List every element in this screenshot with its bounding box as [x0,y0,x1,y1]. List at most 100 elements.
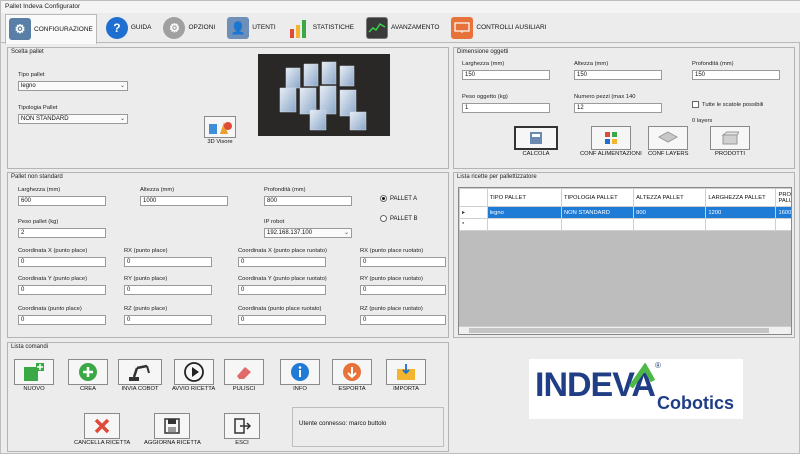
larghezza-oggetto-input[interactable]: 150 [462,70,550,80]
column-header[interactable]: TIPO PALLET [486,188,562,207]
rx-rot-input[interactable]: 0 [360,257,446,267]
profondita-pallet-label: Profondità (mm) [264,187,306,193]
column-header[interactable]: ALTEZZA PALLET [633,188,707,207]
lista-ricette-panel: Lista ricette per pallettizzatore TIPO P… [453,172,795,338]
importa-button[interactable]: IMPORTA [386,359,426,392]
tipologia-pallet-select[interactable]: NON STANDARD ⌄ [18,114,128,124]
coord-z-rot-input[interactable]: 0 [238,315,326,325]
conf-layers-button[interactable]: CONF LAYERS [648,126,688,157]
table-cell[interactable] [486,218,562,231]
coord-label: Coordinata (punto place ruotato) [238,306,322,312]
tipo-pallet-select[interactable]: legno ⌄ [18,81,128,91]
tutte-scatole-checkbox[interactable]: Tutte le scatole possibili [692,101,763,108]
horizontal-scrollbar[interactable] [459,326,791,334]
ry-rot-input[interactable]: 0 [360,285,446,295]
nuovo-button[interactable]: NUOVO [14,359,54,392]
conf-alimentazioni-button[interactable]: CONF ALIMENTAZIONI [580,126,642,157]
column-header[interactable]: PROFON PALLE [775,188,791,207]
table-row[interactable]: ▸ legno NON STANDARD 800 1200 1600 [459,206,791,219]
rz-input[interactable]: 0 [124,315,212,325]
tipologia-pallet-label: Tipologia Pallet [18,105,58,111]
ry-input[interactable]: 0 [124,285,212,295]
table-cell[interactable]: legno [486,206,562,219]
gear-monitor-icon: ⚙ [9,18,31,40]
tab-configurazione[interactable]: ⚙ CONFIGURAZIONE [5,13,97,44]
tab-label: OPZIONI [188,24,216,31]
tab-utenti[interactable]: 👤 UTENTI [224,14,278,42]
table-cell[interactable]: 1200 [705,206,777,219]
invia-cobot-button[interactable]: INVIA COBOT [118,359,162,392]
peso-pallet-input[interactable]: 2 [18,228,106,238]
coord-y-rot-input[interactable]: 0 [238,285,326,295]
tab-opzioni[interactable]: ⚙ OPZIONI [160,14,218,42]
plus-icon [68,359,108,385]
tipo-pallet-label: Tipo pallet [18,72,45,78]
table-cell[interactable] [705,218,777,231]
peso-pallet-label: Peso pallet (kg) [18,219,59,225]
table-cell[interactable] [775,218,791,231]
new-row[interactable]: * [459,218,791,231]
coord-y-input[interactable]: 0 [18,285,106,295]
profondita-pallet-input[interactable]: 800 [264,196,352,206]
progress-screen-icon [365,16,388,39]
esci-button[interactable]: ESCI [224,413,260,446]
pallet-a-radio[interactable]: PALLET A [380,195,417,202]
altezza-oggetto-input[interactable]: 150 [574,70,662,80]
pallet-b-radio[interactable]: PALLET B [380,215,417,222]
tab-guida[interactable]: ? GUIDA [103,14,155,42]
numero-pezzi-input[interactable]: 12 [574,103,662,113]
esporta-button[interactable]: ESPORTA [332,359,372,392]
peso-oggetto-input[interactable]: 1 [462,103,550,113]
scelta-pallet-panel: Scelta pallet Tipo pallet legno ⌄ Tipolog… [7,47,449,169]
delete-x-icon [84,413,121,439]
table-cell[interactable]: NON STANDARD [560,206,635,219]
coord-label: RY (punto place ruotato) [360,276,423,282]
column-header[interactable]: TIPOLOGIA PALLET [560,188,635,207]
info-button[interactable]: INFO [280,359,320,392]
rz-rot-input[interactable]: 0 [360,315,446,325]
profondita-oggetto-input[interactable]: 150 [692,70,780,80]
rx-input[interactable]: 0 [124,257,212,267]
aggiorna-ricetta-button[interactable]: AGGIORNA RICETTA [144,413,201,446]
button-label: CREA [79,386,97,392]
avvio-ricetta-button[interactable]: AVVIO RICETTA [172,359,215,392]
scrollbar-thumb[interactable] [469,328,769,333]
status-box: Utente connesso: marco buttolo [292,407,444,447]
tab-avanzamento[interactable]: AVANZAMENTO [363,14,442,42]
prodotti-button[interactable]: PRODOTTI [710,126,750,157]
tab-label: UTENTI [252,24,276,31]
coord-label: RZ (punto place ruotato) [360,306,423,312]
button-label: IMPORTA [393,386,419,392]
visore-3d-button[interactable]: 3D Visore [204,116,236,145]
crea-button[interactable]: CREA [68,359,108,392]
pulisci-button[interactable]: PULISCI [224,359,264,392]
table-header: TIPO PALLET TIPOLOGIA PALLET ALTEZZA PAL… [459,188,791,207]
coord-z-input[interactable]: 0 [18,315,106,325]
coord-x-input[interactable]: 0 [18,257,106,267]
calcola-button[interactable]: CALCOLA [514,126,558,157]
ip-robot-select[interactable]: 192.168.137.100 ⌄ [264,228,352,238]
eraser-icon [224,359,264,385]
cancella-ricetta-button[interactable]: CANCELLA RICETTA [74,413,130,446]
panel-title: Lista comandi [11,344,49,350]
tab-controlli-ausiliari[interactable]: CONTROLLI AUSILIARI [448,14,549,42]
layers-count: 0 layers [692,118,713,124]
larghezza-pallet-input[interactable]: 600 [18,196,106,206]
column-header[interactable]: LARGHEZZA PALLET [705,188,777,207]
coord-x-rot-input[interactable]: 0 [238,257,326,267]
robot-arm-icon [118,359,162,385]
altezza-oggetto-label: Altezza (mm) [574,61,609,67]
save-disk-icon [154,413,191,439]
tab-statistiche[interactable]: STATISTICHE [285,14,357,42]
table-cell[interactable]: 800 [633,206,707,219]
altezza-pallet-input[interactable]: 1000 [140,196,228,206]
question-icon: ? [105,16,128,39]
table-cell[interactable]: 1600 [775,206,791,219]
peso-oggetto-label: Peso oggetto (kg) [462,94,508,100]
layers-icon [648,126,689,150]
button-label: NUOVO [23,386,45,392]
table-cell[interactable] [560,218,635,231]
button-label: ESPORTA [338,386,366,392]
table-cell[interactable] [633,218,707,231]
ricette-grid[interactable]: TIPO PALLET TIPOLOGIA PALLET ALTEZZA PAL… [458,187,792,335]
